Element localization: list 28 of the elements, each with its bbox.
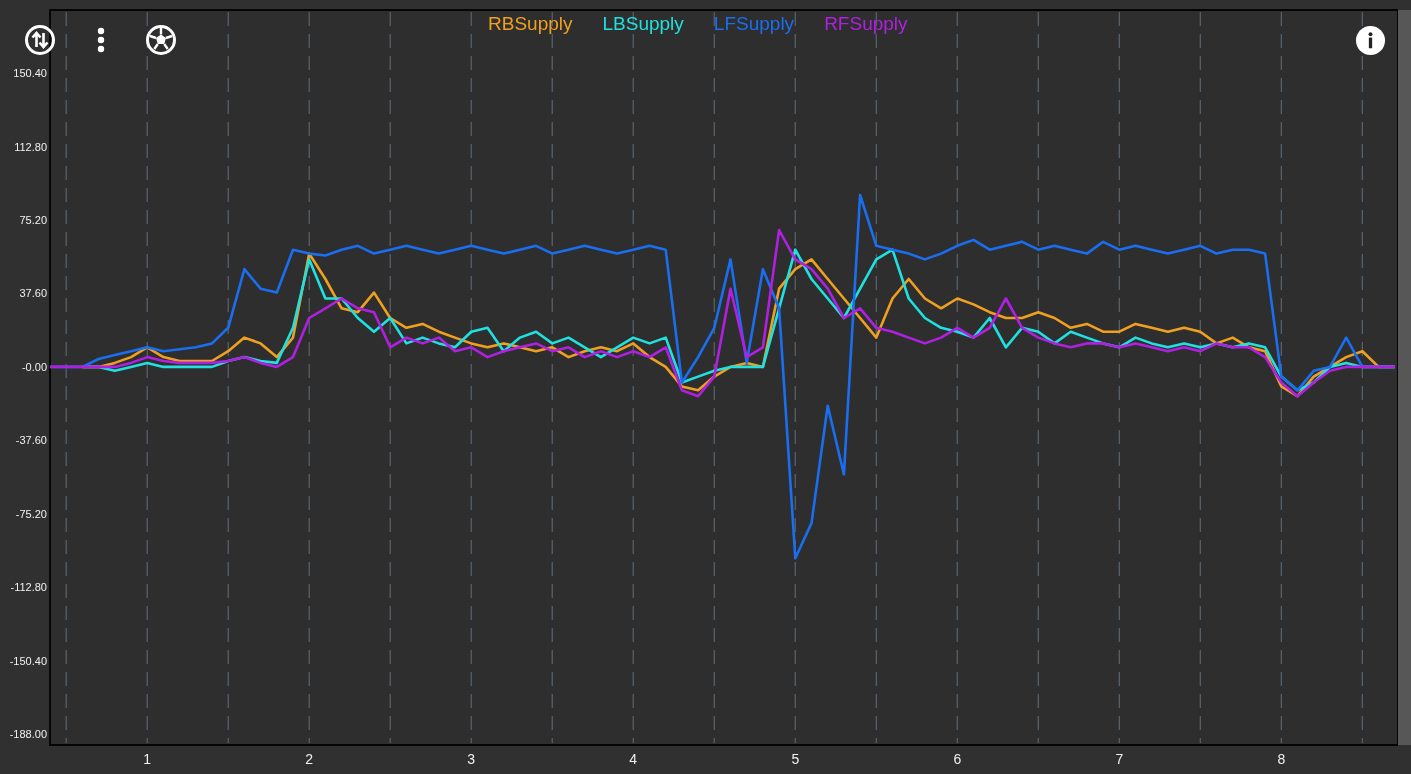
info-icon	[1354, 24, 1386, 56]
y-tick-label: -0.00	[21, 360, 47, 373]
legend-item[interactable]: LBSupply	[602, 13, 684, 35]
x-tick-label: 1	[143, 751, 152, 767]
y-tick-label: -150.40	[9, 654, 47, 667]
more-icon	[97, 27, 105, 53]
x-tick-label: 5	[791, 751, 800, 767]
ball-button[interactable]	[145, 24, 177, 56]
scrollbar[interactable]	[1398, 10, 1411, 745]
legend-item[interactable]: RBSupply	[488, 13, 573, 35]
y-tick-label: 37.60	[19, 287, 47, 300]
swap-icon	[24, 24, 56, 56]
info-button[interactable]	[1354, 24, 1386, 56]
y-tick-label: 112.80	[14, 140, 47, 153]
y-tick-label: -188.00	[9, 728, 47, 741]
y-tick-label: -37.60	[15, 434, 47, 447]
x-tick-label: 8	[1277, 751, 1286, 767]
x-tick-label: 6	[953, 751, 962, 767]
y-tick-label: -112.80	[10, 581, 47, 594]
swap-button[interactable]	[24, 24, 56, 56]
x-tick-label: 2	[305, 751, 314, 767]
x-tick-label: 7	[1115, 751, 1124, 767]
x-tick-label: 3	[467, 751, 476, 767]
y-tick-label: 150.40	[13, 67, 47, 80]
y-tick-label: -75.20	[15, 507, 47, 520]
soccer-ball-icon	[145, 24, 177, 56]
x-tick-label: 4	[629, 751, 638, 767]
y-tick-label: 75.20	[19, 213, 47, 226]
